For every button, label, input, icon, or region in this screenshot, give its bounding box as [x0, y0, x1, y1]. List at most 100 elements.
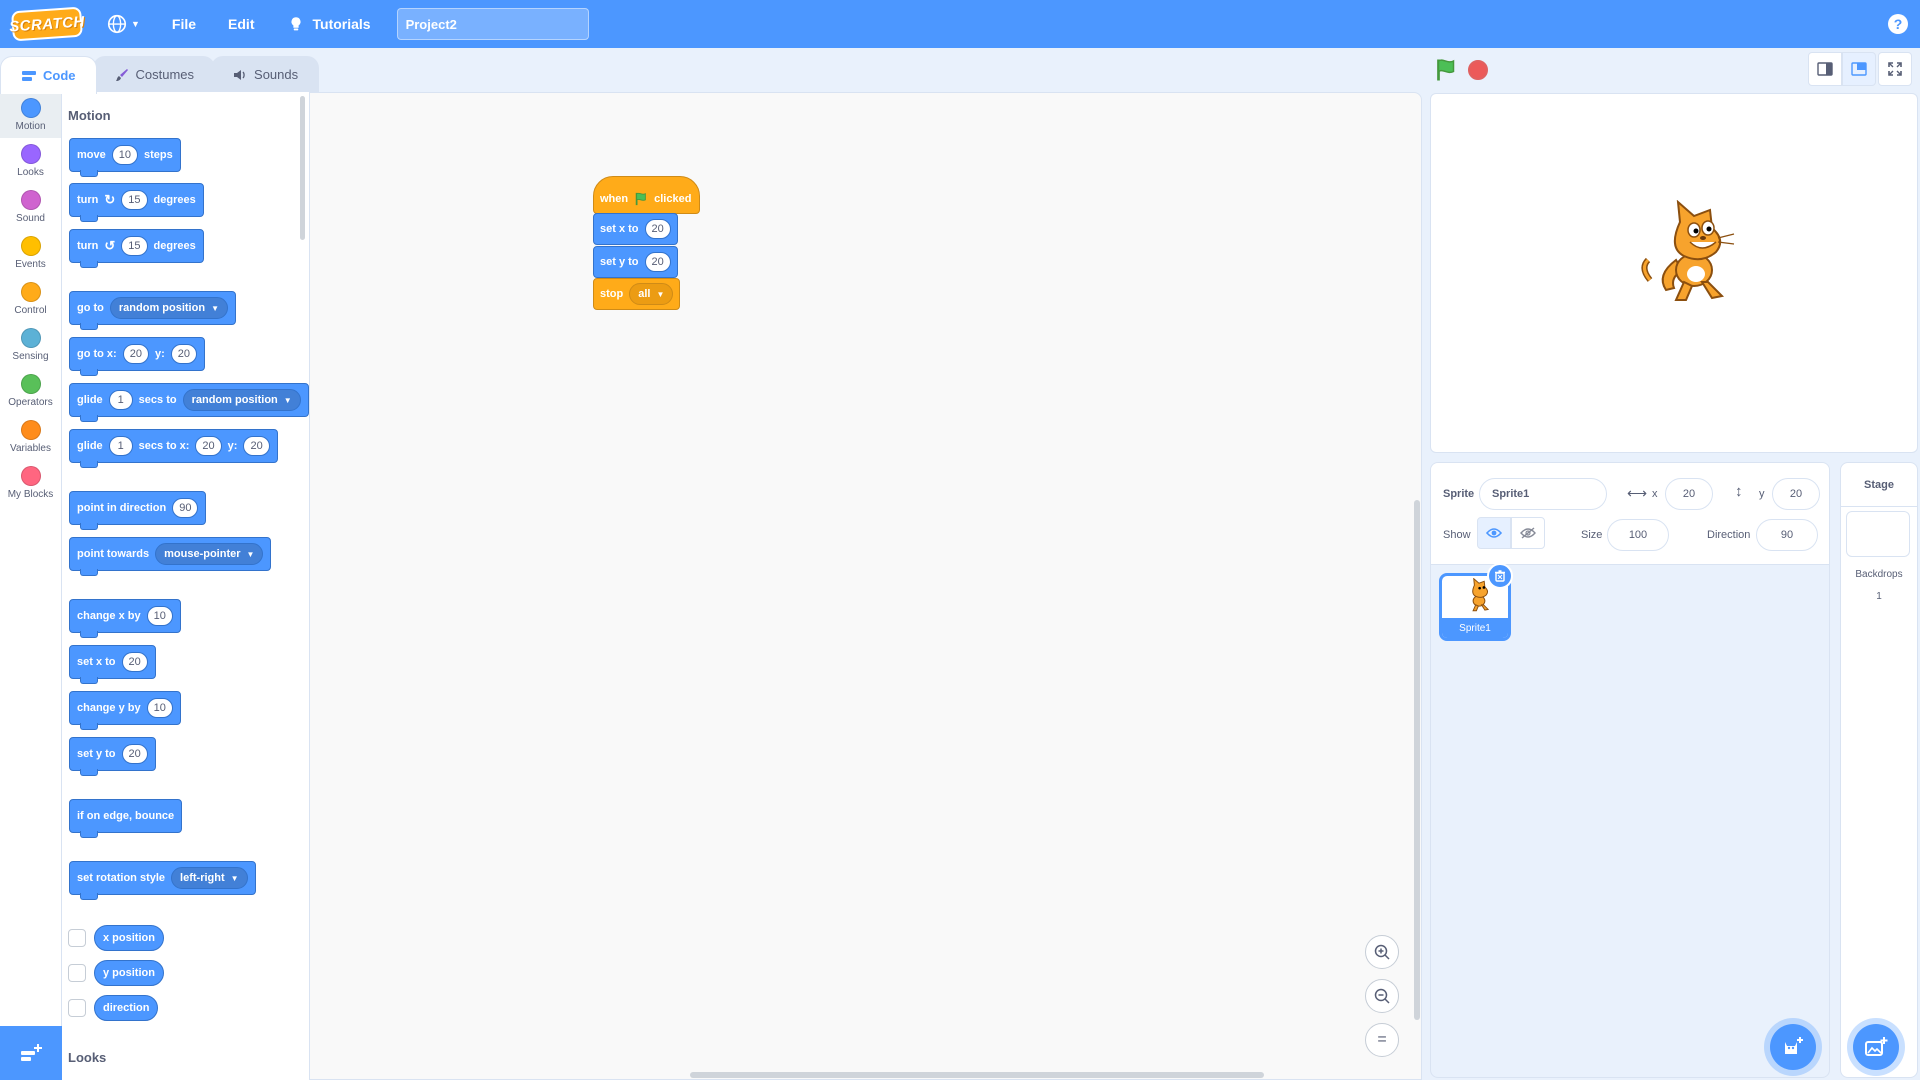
workspace-horizontal-scrollbar[interactable] [690, 1072, 1264, 1078]
help-icon[interactable]: ? [1888, 14, 1908, 34]
green-flag-button[interactable] [1434, 58, 1458, 87]
block-input[interactable]: 10 [111, 145, 138, 165]
tutorials-button[interactable]: Tutorials [271, 0, 387, 48]
block-input[interactable]: 10 [146, 606, 173, 626]
block-dropdown[interactable]: random position ▼ [182, 389, 301, 411]
rotate-left-icon: ↺ [104, 238, 116, 253]
eye-slash-icon [1520, 527, 1536, 539]
block-go-to[interactable]: go to random position ▼ [69, 291, 236, 330]
block-input[interactable]: 20 [170, 344, 197, 364]
block-text: when [600, 193, 629, 205]
reporter-x-position[interactable]: x position [94, 925, 164, 951]
block-turn-left[interactable]: turn ↺ 15 degrees [69, 229, 204, 268]
block-set-rotation-style[interactable]: set rotation style left-right ▼ [69, 861, 256, 900]
block-dropdown[interactable]: random position ▼ [109, 297, 228, 319]
block-dropdown[interactable]: left-right ▼ [171, 867, 248, 889]
block-input[interactable]: 20 [644, 252, 671, 272]
category-sensing[interactable]: Sensing [0, 322, 61, 368]
block-set-x[interactable]: set x to 20 [69, 645, 156, 684]
tab-sounds[interactable]: Sounds [211, 56, 320, 92]
block-point-in-direction[interactable]: point in direction 90 [69, 491, 207, 530]
add-extension-button[interactable] [0, 1026, 62, 1080]
block-input[interactable]: 20 [195, 436, 222, 456]
block-input[interactable]: 20 [121, 744, 148, 764]
block-set-y[interactable]: set y to 20 [69, 737, 156, 776]
category-my-blocks[interactable]: My Blocks [0, 460, 61, 506]
backdrop-thumbnail[interactable] [1846, 511, 1910, 557]
show-sprite-button[interactable] [1477, 517, 1511, 549]
add-sprite-button[interactable] [1770, 1024, 1816, 1070]
category-variables[interactable]: Variables [0, 414, 61, 460]
reporter-direction[interactable]: direction [94, 995, 159, 1021]
category-control[interactable]: Control [0, 276, 61, 322]
zoom-reset-button[interactable]: = [1365, 1023, 1399, 1057]
block-input[interactable]: 20 [243, 436, 270, 456]
direction-input[interactable]: 90 [1756, 519, 1818, 551]
block-point-towards[interactable]: point towards mouse-pointer ▼ [69, 537, 272, 576]
script-stop[interactable]: stop all ▼ [593, 278, 681, 310]
block-text: set x to [77, 656, 116, 668]
block-text: go to [77, 302, 104, 314]
x-position-checkbox[interactable] [68, 929, 86, 947]
category-motion[interactable]: Motion [0, 92, 61, 138]
direction-checkbox[interactable] [68, 999, 86, 1017]
block-change-y[interactable]: change y by 10 [69, 691, 181, 730]
stop-button[interactable] [1468, 60, 1488, 80]
block-glide-to-xy[interactable]: glide 1 secs to x: 20 y: 20 [69, 429, 278, 468]
block-move-steps[interactable]: move 10 steps [69, 138, 181, 177]
reporter-y-position[interactable]: y position [94, 960, 164, 986]
block-input[interactable]: 20 [644, 219, 671, 239]
block-dropdown[interactable]: mouse-pointer ▼ [155, 543, 264, 565]
category-looks[interactable]: Looks [0, 138, 61, 184]
block-input[interactable]: 1 [108, 436, 133, 456]
x-input[interactable]: 20 [1665, 478, 1713, 510]
tab-code[interactable]: Code [0, 56, 97, 94]
block-dropdown[interactable]: all ▼ [629, 283, 674, 305]
rotate-right-icon: ↻ [104, 192, 116, 207]
block-input[interactable]: 20 [122, 344, 149, 364]
block-change-x[interactable]: change x by 10 [69, 599, 181, 638]
workspace-vertical-scrollbar[interactable] [1414, 500, 1420, 1020]
fullscreen-button[interactable] [1878, 52, 1912, 86]
block-input[interactable]: 15 [121, 190, 148, 210]
delete-sprite-button[interactable] [1487, 563, 1513, 589]
block-input[interactable]: 1 [108, 390, 133, 410]
cat-sprite[interactable] [1636, 199, 1746, 315]
script-when-flag-clicked[interactable]: when clicked [593, 176, 701, 214]
project-title-input[interactable]: Project2 [396, 8, 589, 40]
block-turn-right[interactable]: turn ↻ 15 degrees [69, 183, 204, 222]
category-events[interactable]: Events [0, 230, 61, 276]
scratch-logo[interactable]: SCRATCH [9, 6, 85, 42]
add-backdrop-button[interactable] [1853, 1024, 1899, 1070]
tab-costumes[interactable]: Costumes [92, 56, 216, 92]
y-position-checkbox[interactable] [68, 964, 86, 982]
block-input[interactable]: 15 [121, 236, 148, 256]
language-menu[interactable]: ▼ [90, 0, 156, 48]
large-stage-button[interactable] [1842, 52, 1876, 86]
block-if-on-edge-bounce[interactable]: if on edge, bounce [69, 799, 183, 838]
block-text: set y to [600, 256, 639, 268]
block-text: turn [77, 194, 99, 206]
zoom-out-button[interactable] [1365, 979, 1399, 1013]
block-input[interactable]: 20 [121, 652, 148, 672]
category-sound[interactable]: Sound [0, 184, 61, 230]
stage-selector-pane[interactable]: Stage Backdrops 1 [1840, 462, 1918, 1078]
size-input[interactable]: 100 [1607, 519, 1669, 551]
sprite-name-input[interactable]: Sprite1 [1479, 478, 1607, 510]
script-set-y[interactable]: set y to 20 [593, 246, 678, 278]
small-stage-button[interactable] [1808, 52, 1842, 86]
palette-scrollbar[interactable] [300, 96, 305, 240]
green-flag-icon [1437, 59, 1455, 81]
block-input[interactable]: 10 [146, 698, 173, 718]
hide-sprite-button[interactable] [1511, 517, 1545, 549]
zoom-in-button[interactable] [1365, 935, 1399, 969]
block-text: change y by [77, 702, 141, 714]
block-go-to-xy[interactable]: go to x: 20 y: 20 [69, 337, 205, 376]
y-input[interactable]: 20 [1772, 478, 1820, 510]
block-glide-to[interactable]: glide 1 secs to random position ▼ [69, 383, 309, 422]
script-set-x[interactable]: set x to 20 [593, 213, 678, 245]
block-input[interactable]: 90 [172, 498, 199, 518]
category-operators[interactable]: Operators [0, 368, 61, 414]
edit-menu[interactable]: Edit [212, 0, 270, 48]
file-menu[interactable]: File [156, 0, 212, 48]
